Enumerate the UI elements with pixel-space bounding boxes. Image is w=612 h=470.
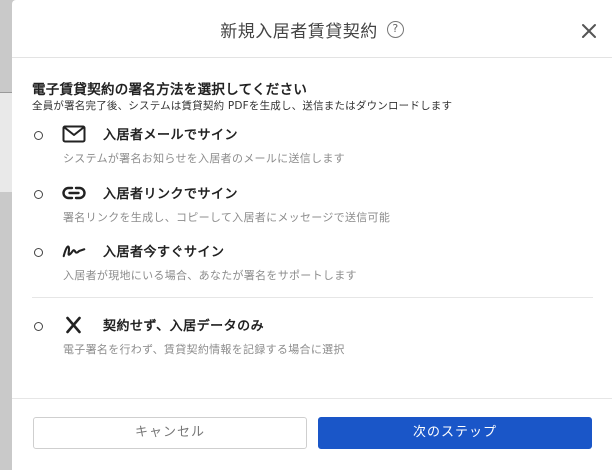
option-description: 署名リンクを生成し、コピーして入居者にメッセージで送信可能 xyxy=(63,211,391,224)
options-divider xyxy=(32,297,593,298)
option-label: 契約せず、入居データのみ xyxy=(103,319,265,334)
help-circle-icon[interactable]: ? xyxy=(386,21,404,38)
new-tenant-lease-dialog: 新規入居者賃貸契約 ? 電子賃貸契約の署名方法を選択してください 全員が署名完了… xyxy=(12,0,612,470)
background-page-divider xyxy=(0,92,12,93)
cancel-button[interactable]: キャンセル xyxy=(33,417,307,449)
option-link-sign[interactable]: 入居者リンクでサイン 署名リンクを生成し、コピーして入居者にメッセージで送信可能 xyxy=(30,186,596,238)
option-label: 入居者今すぐサイン xyxy=(103,245,225,260)
link-icon xyxy=(62,186,86,200)
mail-icon xyxy=(62,125,86,143)
section-title: 電子賃貸契約の署名方法を選択してください xyxy=(32,82,308,98)
dialog-header: 新規入居者賃貸契約 ? xyxy=(12,0,612,58)
signature-icon xyxy=(62,245,86,258)
option-no-contract[interactable]: 契約せず、入居データのみ 電子署名を行わず、賃貸契約情報を記録する場合に選択 xyxy=(30,316,596,370)
option-description: システムが署名お知らせを入居者のメールに送信します xyxy=(63,152,345,165)
close-icon[interactable] xyxy=(580,22,598,40)
option-email-sign[interactable]: 入居者メールでサイン システムが署名お知らせを入居者のメールに送信します xyxy=(30,125,596,179)
option-sign-now[interactable]: 入居者今すぐサイン 入居者が現地にいる場合、あなたが署名をサポートします xyxy=(30,244,596,296)
background-page-fragment xyxy=(0,92,12,192)
radio-link-sign[interactable] xyxy=(34,190,43,199)
option-description: 入居者が現地にいる場合、あなたが署名をサポートします xyxy=(63,269,357,282)
radio-email-sign[interactable] xyxy=(34,131,43,140)
x-icon xyxy=(66,316,81,334)
option-label: 入居者リンクでサイン xyxy=(103,187,239,202)
radio-sign-now[interactable] xyxy=(34,248,43,257)
radio-no-contract[interactable] xyxy=(34,322,43,331)
next-step-button[interactable]: 次のステップ xyxy=(318,417,592,449)
footer-divider xyxy=(12,398,612,399)
dialog-title: 新規入居者賃貸契約 xyxy=(220,22,378,42)
option-label: 入居者メールでサイン xyxy=(103,128,239,143)
dialog-title-group: 新規入居者賃貸契約 ? xyxy=(12,17,612,42)
section-description: 全員が署名完了後、システムは賃貸契約 PDFを生成し、送信またはダウンロードしま… xyxy=(32,100,453,112)
option-description: 電子署名を行わず、賃貸契約情報を記録する場合に選択 xyxy=(63,343,345,356)
